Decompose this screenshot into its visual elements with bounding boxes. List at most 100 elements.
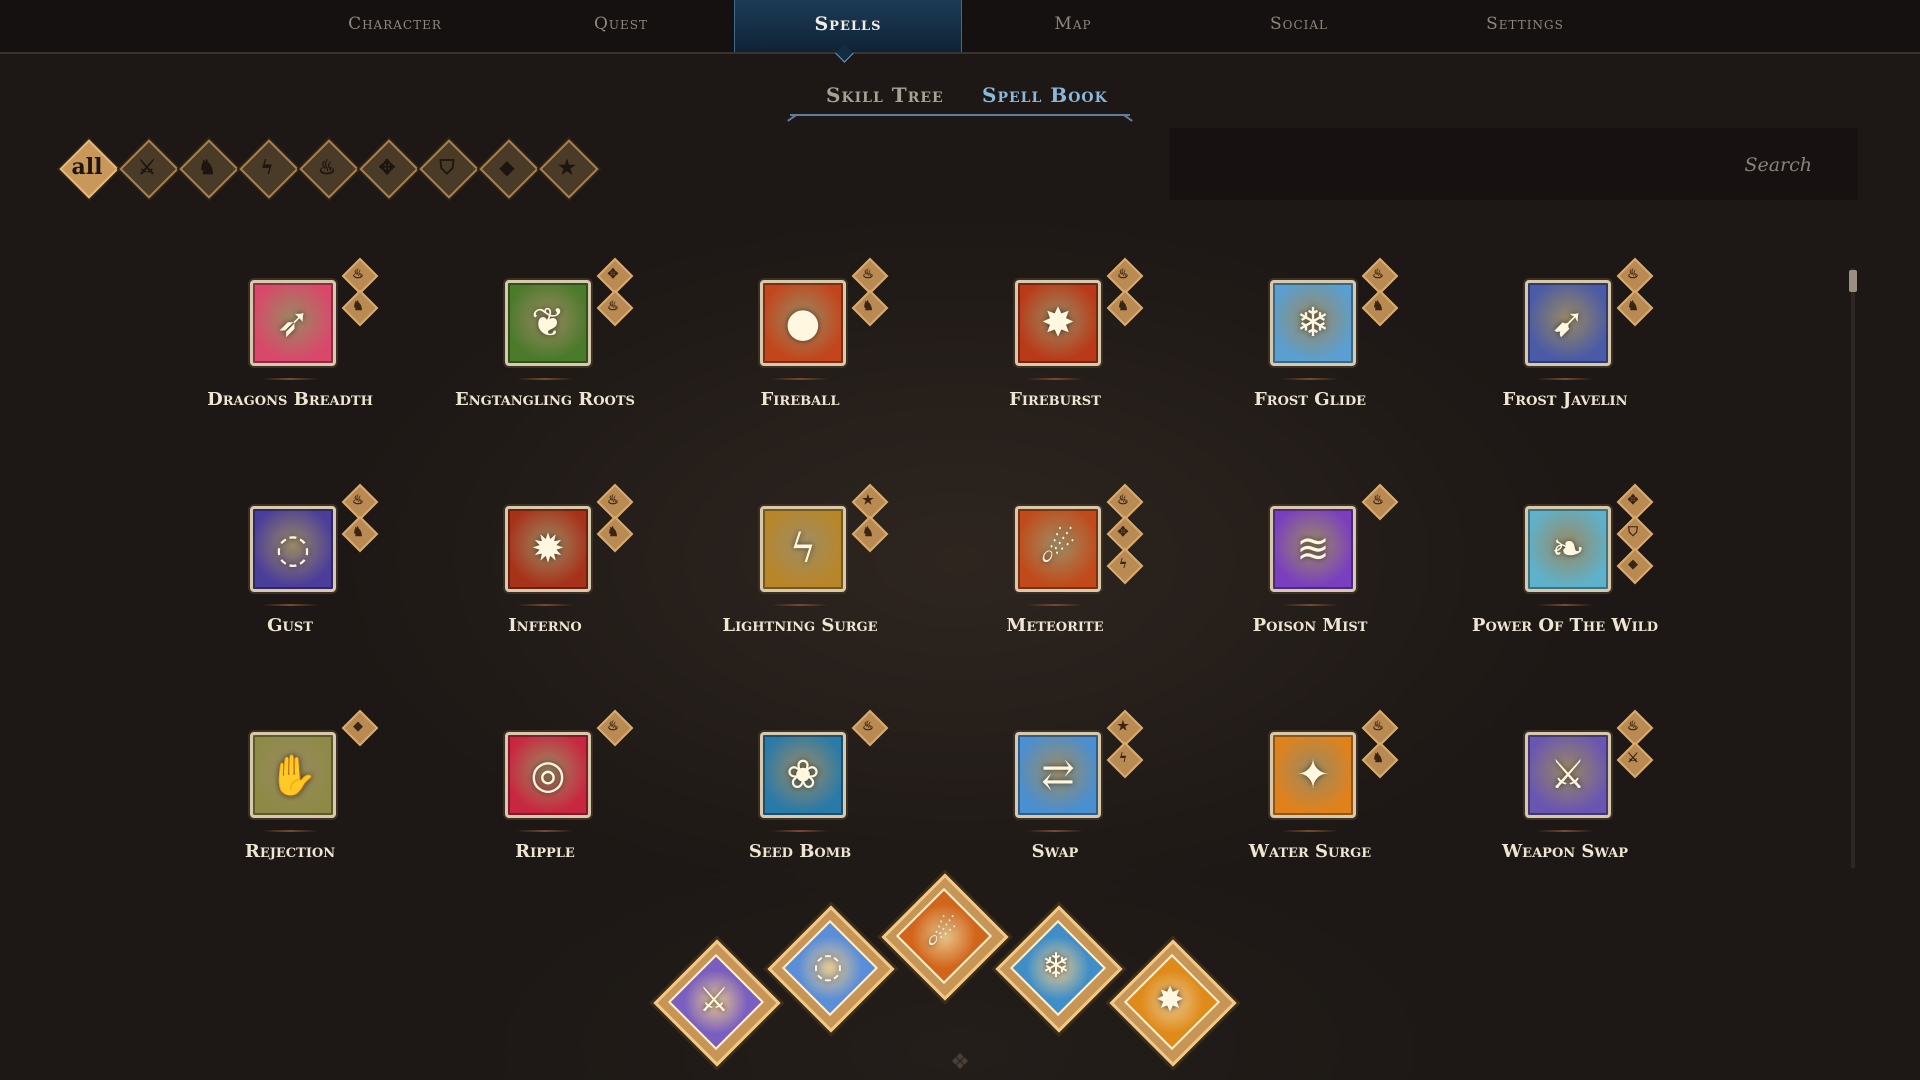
spell-card[interactable]: ➹ ♨ ♞ Frost Javelin	[1465, 257, 1715, 458]
spell-scrollbar-thumb[interactable]	[1849, 270, 1857, 292]
badge-glyph: ♨	[1372, 718, 1384, 734]
badge-glyph: ♨	[607, 718, 619, 734]
subtab-spell-book[interactable]: Spell Book	[982, 78, 1108, 112]
spell-icon-frame[interactable]: ❄	[1270, 280, 1356, 366]
spell-card[interactable]: ➶ ♨ ♞ Dragons Breadth	[190, 257, 440, 458]
badge-glyph: ★	[1117, 718, 1129, 734]
filter-fire-button[interactable]: ♨	[299, 139, 359, 199]
hotbar-slot[interactable]: ☄	[881, 873, 1009, 1001]
spell-icon-frame[interactable]: ✋	[250, 732, 336, 818]
spell-icon-frame[interactable]: ❦	[505, 280, 591, 366]
tab-settings[interactable]: Settings	[1412, 0, 1638, 52]
spell-icon-frame[interactable]: ϟ	[760, 506, 846, 592]
filter-star-button[interactable]: ★	[539, 139, 599, 199]
badge-glyph: ♨	[862, 266, 874, 282]
spell-divider	[1027, 378, 1083, 380]
spell-icon: ❀	[786, 752, 820, 798]
spell-icon-frame[interactable]: ➹	[1525, 280, 1611, 366]
spell-divider	[262, 378, 318, 380]
spell-scrollbar-track[interactable]	[1851, 268, 1855, 868]
spell-divider	[1537, 830, 1593, 832]
spell-subtabs: Skill Tree Spell Book	[790, 78, 1130, 116]
tab-character[interactable]: Character	[282, 0, 508, 52]
filter-lightning-button[interactable]: ϟ	[239, 139, 299, 199]
category-badge-icon: ✥	[595, 257, 634, 295]
subtab-skill-tree[interactable]: Skill Tree	[826, 78, 944, 112]
spell-icon-frame[interactable]: ✦	[1270, 732, 1356, 818]
hotbar-slot[interactable]: ⚔	[653, 939, 781, 1067]
fire-icon: ♨	[318, 155, 336, 179]
category-badge-icon: ♨	[1360, 709, 1399, 747]
compass-icon: ✥	[378, 155, 396, 179]
spell-icon-frame[interactable]: ➶	[250, 280, 336, 366]
badge-glyph: ♨	[607, 492, 619, 508]
filter-gem-button[interactable]: ◆	[479, 139, 539, 199]
badge-glyph: ♨	[1372, 492, 1384, 508]
filter-sword-button[interactable]: ⚔	[119, 139, 179, 199]
spell-category-badges: ★ ♞	[850, 483, 889, 553]
spell-card[interactable]: ◎ ♨ Ripple	[445, 709, 695, 910]
category-badge-icon: ♞	[340, 515, 379, 553]
category-badge-icon: ♨	[1105, 483, 1144, 521]
spell-category-badges: ♨ ⚔	[1615, 709, 1654, 779]
spell-name: Dragons Breadth	[207, 389, 373, 410]
spell-card[interactable]: ϟ ★ ♞ Lightning Surge	[700, 483, 950, 684]
spell-divider	[517, 830, 573, 832]
hotbar-spell-icon: ✸	[1155, 980, 1185, 1020]
badge-glyph: ♞	[352, 524, 364, 540]
category-badge-icon: ✥	[1615, 483, 1654, 521]
spell-icon-frame[interactable]: ❀	[760, 732, 846, 818]
spell-icon-frame[interactable]: ☄	[1015, 506, 1101, 592]
spell-card[interactable]: ✋ ◆ Rejection	[190, 709, 440, 910]
spell-category-badges: ✥ ⛉ ◆	[1615, 483, 1654, 585]
hotbar-slot[interactable]: ✸	[1109, 939, 1237, 1067]
spell-icon-frame[interactable]: ≋	[1270, 506, 1356, 592]
spell-name: Water Surge	[1248, 841, 1372, 862]
spell-divider	[1027, 830, 1083, 832]
spell-card[interactable]: ◌ ♨ ♞ Gust	[190, 483, 440, 684]
filter-all-filter-button[interactable]: all	[59, 139, 119, 199]
spell-icon: ❧	[1551, 526, 1585, 572]
spell-icon-frame[interactable]: ✹	[505, 506, 591, 592]
spell-icon-frame[interactable]: ⇄	[1015, 732, 1101, 818]
spell-icon: ✋	[268, 752, 318, 799]
filter-shield-button[interactable]: ⛉	[419, 139, 479, 199]
spell-icon-frame[interactable]: ❧	[1525, 506, 1611, 592]
tab-quest[interactable]: Quest	[508, 0, 734, 52]
spell-name: Engtangling Roots	[455, 389, 635, 410]
spell-card[interactable]: ✹ ♨ ♞ Inferno	[445, 483, 695, 684]
badge-glyph: ♞	[862, 298, 874, 314]
tab-map[interactable]: Map	[960, 0, 1186, 52]
spell-icon-frame[interactable]: ◌	[250, 506, 336, 592]
spell-card[interactable]: ● ♨ ♞ Fireball	[700, 257, 950, 458]
spell-icon-frame[interactable]: ●	[760, 280, 846, 366]
filter-compass-button[interactable]: ✥	[359, 139, 419, 199]
spell-card[interactable]: ☄ ♨ ✥ ϟ Meteorite	[955, 483, 1205, 684]
spell-card[interactable]: ❄ ♨ ♞ Frost Glide	[1210, 257, 1460, 458]
hotbar-slot[interactable]: ◌	[767, 905, 895, 1033]
spell-divider	[1282, 604, 1338, 606]
filter-helmet-button[interactable]: ♞	[179, 139, 239, 199]
hotbar-slot[interactable]: ❄	[995, 905, 1123, 1033]
spell-card[interactable]: ❧ ✥ ⛉ ◆ Power Of The Wild	[1465, 483, 1715, 684]
category-badge-icon: ⚔	[1615, 741, 1654, 779]
badge-glyph: ♨	[862, 718, 874, 734]
star-icon: ★	[558, 155, 576, 179]
search-box	[1170, 128, 1860, 202]
spell-name: Rejection	[244, 841, 336, 862]
spell-card[interactable]: ⚔ ♨ ⚔ Weapon Swap	[1465, 709, 1715, 910]
spell-icon-frame[interactable]: ◎	[505, 732, 591, 818]
badge-glyph: ♨	[607, 298, 619, 314]
spell-icon: ❄	[1296, 300, 1330, 346]
spell-icon: ➶	[276, 300, 310, 346]
spell-icon-frame[interactable]: ⚔	[1525, 732, 1611, 818]
spell-divider	[772, 378, 828, 380]
tab-spells[interactable]: Spells	[734, 0, 962, 52]
tab-social[interactable]: Social	[1186, 0, 1412, 52]
spell-card[interactable]: ≋ ♨ Poison Mist	[1210, 483, 1460, 684]
spell-card[interactable]: ✸ ♨ ♞ Fireburst	[955, 257, 1205, 458]
spell-icon-frame[interactable]: ✸	[1015, 280, 1101, 366]
spell-card[interactable]: ❦ ✥ ♨ Engtangling Roots	[445, 257, 695, 458]
spell-category-badges: ♨ ♞	[1615, 257, 1654, 327]
search-input[interactable]	[1170, 128, 1860, 202]
